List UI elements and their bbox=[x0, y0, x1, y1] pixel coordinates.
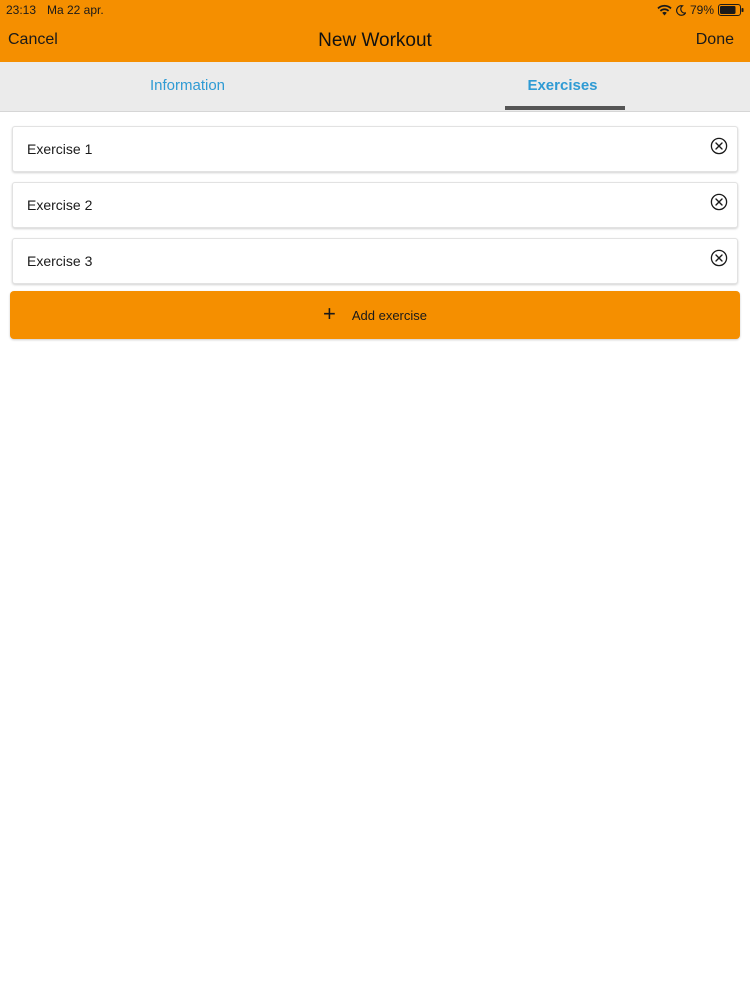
page-title: New Workout bbox=[318, 30, 432, 51]
add-exercise-button[interactable]: + Add exercise bbox=[10, 291, 740, 339]
selected-tab-indicator bbox=[505, 106, 625, 110]
status-time: 23:13 bbox=[6, 3, 37, 17]
tab-information[interactable]: Information bbox=[0, 62, 375, 111]
exercise-name: Exercise 2 bbox=[27, 197, 93, 213]
status-date: Ma 22 apr. bbox=[47, 3, 104, 17]
close-circle-icon[interactable] bbox=[710, 249, 728, 267]
navigation-bar: Cancel New Workout Done bbox=[0, 20, 750, 62]
battery-percent: 79% bbox=[689, 3, 714, 17]
exercise-list: Exercise 1 Exercise 2 Exercise 3 bbox=[12, 126, 738, 294]
status-bar: 23:13 Ma 22 apr. 79% bbox=[0, 0, 750, 20]
done-button[interactable]: Done bbox=[696, 31, 734, 49]
tab-exercises[interactable]: Exercises bbox=[375, 62, 750, 111]
plus-icon: + bbox=[322, 301, 336, 326]
battery-icon bbox=[718, 4, 744, 16]
moon-icon bbox=[675, 4, 686, 16]
close-circle-icon[interactable] bbox=[710, 137, 728, 155]
app-header: 23:13 Ma 22 apr. 79% Cancel New Workout … bbox=[0, 0, 750, 62]
exercise-item[interactable]: Exercise 1 bbox=[12, 126, 738, 172]
status-indicators: 79% bbox=[657, 2, 744, 18]
close-circle-icon[interactable] bbox=[710, 193, 728, 211]
exercise-name: Exercise 1 bbox=[27, 141, 93, 157]
add-exercise-label: Add exercise bbox=[351, 307, 427, 323]
exercise-name: Exercise 3 bbox=[27, 253, 93, 269]
exercise-item[interactable]: Exercise 2 bbox=[12, 182, 738, 228]
tab-bar: Information Exercises bbox=[0, 62, 750, 112]
wifi-icon bbox=[657, 4, 672, 16]
exercise-item[interactable]: Exercise 3 bbox=[12, 238, 738, 284]
